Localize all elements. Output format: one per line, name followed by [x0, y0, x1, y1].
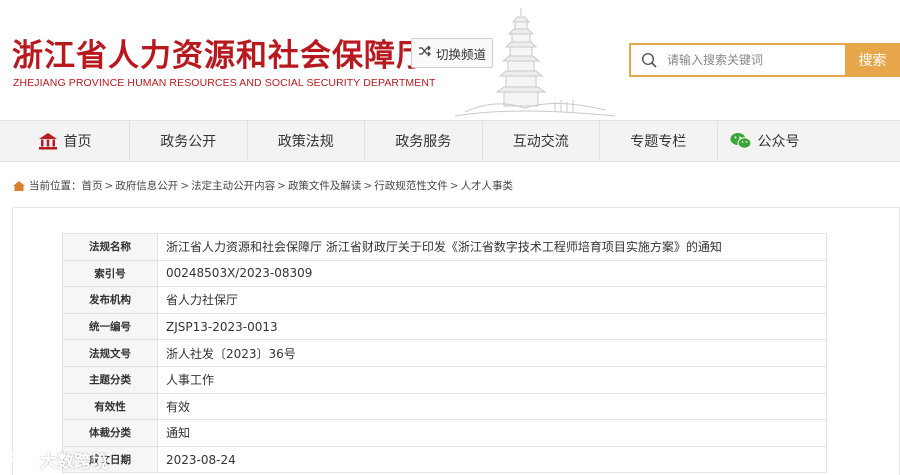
breadcrumb-item[interactable]: 政府信息公开	[115, 178, 178, 193]
watermark: 大数跨境	[6, 446, 108, 473]
table-row: 体裁分类 通知	[62, 419, 827, 447]
breadcrumb-separator: >	[277, 179, 286, 192]
metadata-key: 索引号	[62, 259, 158, 288]
nav-label: 互动交流	[512, 134, 569, 150]
table-row: 统一编号 ZJSP13-2023-0013	[62, 312, 827, 341]
nav-home[interactable]: 首页	[0, 121, 130, 161]
breadcrumb-item[interactable]: 行政规范性文件	[374, 178, 448, 193]
metadata-value: 浙江省人力资源和社会保障厅 浙江省财政厅关于印发《浙江省数字技术工程师培育项目实…	[157, 233, 827, 261]
table-row: 有效性 有效	[62, 392, 827, 421]
breadcrumb-prefix: 当前位置：	[29, 180, 82, 192]
metadata-value: 浙人社发〔2023〕36号	[157, 339, 827, 367]
search-icon	[631, 52, 667, 68]
metadata-key: 统一编号	[62, 312, 158, 341]
metadata-key: 发布机构	[62, 286, 158, 314]
nav-label: 政务公开	[160, 134, 217, 150]
nav-label: 公众号	[757, 134, 800, 150]
metadata-key: 有效性	[62, 392, 158, 421]
nav-government-affairs[interactable]: 政务公开	[130, 121, 248, 161]
breadcrumb-item[interactable]: 首页	[82, 178, 103, 193]
metadata-value: 有效	[157, 392, 827, 421]
shuffle-icon	[418, 45, 431, 61]
nav-label: 专题专栏	[630, 134, 687, 150]
metadata-key: 体裁分类	[62, 419, 158, 447]
site-title[interactable]: 浙江省人力资源和社会保障厅	[12, 30, 428, 75]
main-nav: 首页 政务公开 政策法规 政务服务 互动交流 专题专栏 公众号	[0, 120, 900, 162]
nav-label: 首页	[63, 134, 92, 150]
breadcrumb: 当前位置： 首页 > 政府信息公开 > 法定主动公开内容 > 政策文件及解读 >…	[12, 178, 513, 193]
nav-wechat-account[interactable]: 公众号	[718, 121, 900, 161]
document-metadata-table: 法规名称 浙江省人力资源和社会保障厅 浙江省财政厅关于印发《浙江省数字技术工程师培…	[62, 233, 827, 474]
breadcrumb-item[interactable]: 人才人事类	[461, 178, 514, 193]
nav-policy-regulations[interactable]: 政策法规	[248, 121, 365, 161]
breadcrumb-item[interactable]: 法定主动公开内容	[191, 178, 275, 193]
metadata-value: 通知	[157, 419, 827, 447]
site-subtitle: ZHEJIANG PROVINCE HUMAN RESOURCES AND SO…	[13, 77, 436, 89]
table-row: 法规名称 浙江省人力资源和社会保障厅 浙江省财政厅关于印发《浙江省数字技术工程师培…	[62, 233, 827, 261]
breadcrumb-separator: >	[449, 179, 459, 192]
table-row: 主题分类 人事工作	[62, 365, 827, 394]
metadata-key: 法规文号	[62, 339, 158, 367]
metadata-value: ZJSP13-2023-0013	[157, 312, 827, 341]
nav-government-services[interactable]: 政务服务	[365, 121, 483, 161]
metadata-value: 人事工作	[157, 365, 827, 394]
watermark-text: 大数跨境	[40, 452, 108, 472]
metadata-value: 省人力社保厅	[157, 286, 827, 314]
breadcrumb-item[interactable]: 政策文件及解读	[288, 178, 362, 193]
home-icon	[38, 132, 58, 150]
watermark-logo-icon	[6, 446, 36, 473]
breadcrumb-separator: >	[104, 179, 114, 192]
metadata-value: 00248503X/2023-08309	[157, 259, 827, 288]
search-input[interactable]	[667, 53, 837, 67]
table-row: 发布机构 省人力社保厅	[62, 286, 827, 314]
pagoda-illustration	[455, 8, 615, 117]
nav-label: 政务服务	[395, 134, 452, 150]
nav-special-topics[interactable]: 专题专栏	[600, 121, 718, 161]
search-box	[629, 43, 845, 77]
table-row: 法规文号 浙人社发〔2023〕36号	[62, 339, 827, 367]
metadata-key: 主题分类	[62, 365, 158, 394]
metadata-value: 2023-08-24	[157, 445, 827, 474]
search-button[interactable]: 搜索	[845, 43, 900, 77]
table-row: 索引号 00248503X/2023-08309	[62, 259, 827, 288]
wechat-icon	[730, 132, 752, 150]
location-icon	[12, 180, 26, 192]
nav-label: 政策法规	[277, 134, 334, 150]
site-header: 浙江省人力资源和社会保障厅 ZHEJIANG PROVINCE HUMAN RE…	[0, 0, 900, 120]
metadata-key: 法规名称	[62, 233, 158, 261]
nav-interaction[interactable]: 互动交流	[483, 121, 600, 161]
breadcrumb-separator: >	[363, 179, 373, 192]
breadcrumb-separator: >	[180, 179, 190, 192]
table-row: 成文日期 2023-08-24	[62, 445, 827, 474]
